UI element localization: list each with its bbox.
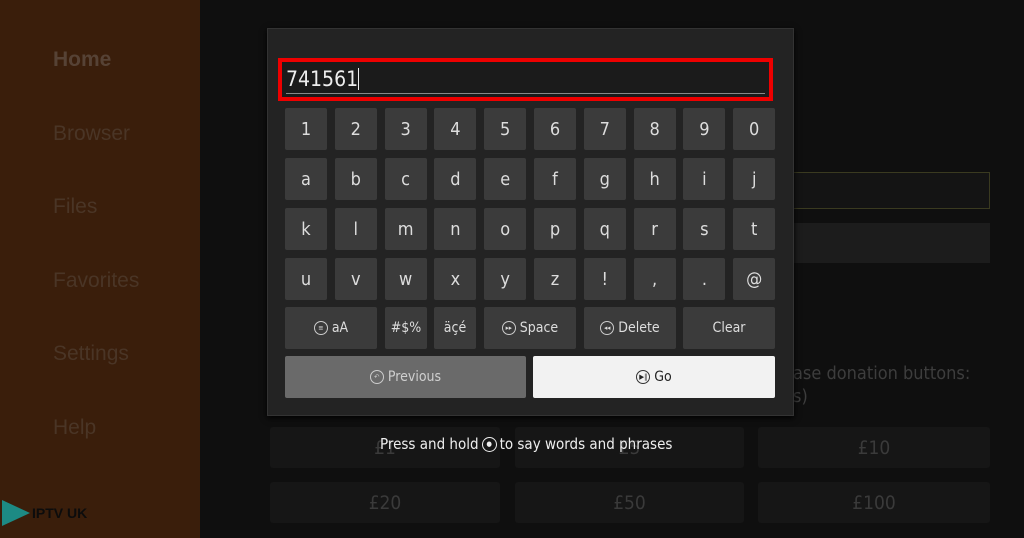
key-q[interactable]: q [583,208,626,250]
key-z[interactable]: z [534,258,576,300]
background-input[interactable] [790,172,990,209]
key-s[interactable]: s [683,208,726,250]
key-n[interactable]: n [434,208,477,250]
key-1[interactable]: 1 [285,108,327,150]
key-p[interactable]: p [534,208,576,250]
microphone-icon: ● [481,436,497,452]
sidebar-item-help[interactable]: Help [53,416,96,440]
donation-button[interactable]: £10 [758,427,990,468]
key-f[interactable]: f [534,158,576,200]
key-v[interactable]: v [334,258,377,300]
key-b[interactable]: b [334,158,377,200]
key-6[interactable]: 6 [534,108,576,150]
key-t[interactable]: t [733,208,776,250]
key-l[interactable]: l [334,208,377,250]
background-button[interactable] [790,223,990,263]
key-i[interactable]: i [683,158,726,200]
sidebar-item-settings[interactable]: Settings [53,342,129,366]
key-d[interactable]: d [434,158,477,200]
key-u[interactable]: u [285,258,327,300]
sidebar-item-browser[interactable]: Browser [53,122,130,146]
sidebar-item-home[interactable]: Home [53,48,111,72]
clear-key[interactable]: Clear [683,307,775,349]
key-y[interactable]: y [484,258,527,300]
key-5[interactable]: 5 [484,108,527,150]
key-j[interactable]: j [733,158,776,200]
accents-key[interactable]: äçé [434,307,476,349]
logo: IPTV UK [2,500,87,526]
key-3[interactable]: 3 [384,108,427,150]
key-x[interactable]: x [434,258,477,300]
input-value: 741561 [286,67,359,91]
key-9[interactable]: 9 [683,108,726,150]
key-0[interactable]: 0 [733,108,776,150]
donation-button[interactable]: £50 [515,482,744,523]
key-e[interactable]: e [484,158,527,200]
key-h[interactable]: h [633,158,676,200]
rewind-icon: ◂◂ [600,321,615,335]
key-.[interactable]: . [683,258,726,300]
key-r[interactable]: r [633,208,676,250]
play-pause-icon: ▶‖ [636,370,651,384]
delete-key[interactable]: ◂◂ Delete [584,307,676,349]
symbols-key[interactable]: #$% [385,307,427,349]
menu-icon: ≡ [313,321,328,335]
text-input[interactable]: 741561 [278,58,773,101]
donation-button[interactable]: £20 [270,482,500,523]
go-button[interactable]: ▶‖ Go [533,356,775,398]
key-2[interactable]: 2 [334,108,377,150]
key-m[interactable]: m [384,208,427,250]
sidebar-item-files[interactable]: Files [53,195,97,219]
key-,[interactable]: , [633,258,676,300]
key-c[interactable]: c [384,158,427,200]
back-icon: ↶ [369,370,384,384]
key-8[interactable]: 8 [633,108,676,150]
donation-text-2: s) [793,386,808,407]
voice-hint: Press and hold ● to say words and phrases [380,435,673,453]
case-toggle-key[interactable]: ≡ aA [285,307,377,349]
key-@[interactable]: @ [733,258,776,300]
space-key[interactable]: ▸▸ Space [484,307,576,349]
key-4[interactable]: 4 [434,108,477,150]
donation-text: ase donation buttons: [793,363,971,384]
fast-forward-icon: ▸▸ [501,321,516,335]
key-7[interactable]: 7 [583,108,626,150]
key-a[interactable]: a [285,158,327,200]
logo-text: IPTV UK [32,505,88,521]
sidebar-item-favorites[interactable]: Favorites [53,269,139,293]
key-![interactable]: ! [583,258,626,300]
key-g[interactable]: g [583,158,626,200]
logo-icon [2,500,30,526]
previous-button[interactable]: ↶ Previous [285,356,526,398]
sidebar: Home Browser Files Favorites Settings He… [0,0,200,538]
donation-button[interactable]: £100 [758,482,990,523]
key-w[interactable]: w [384,258,427,300]
key-o[interactable]: o [484,208,527,250]
key-k[interactable]: k [285,208,327,250]
